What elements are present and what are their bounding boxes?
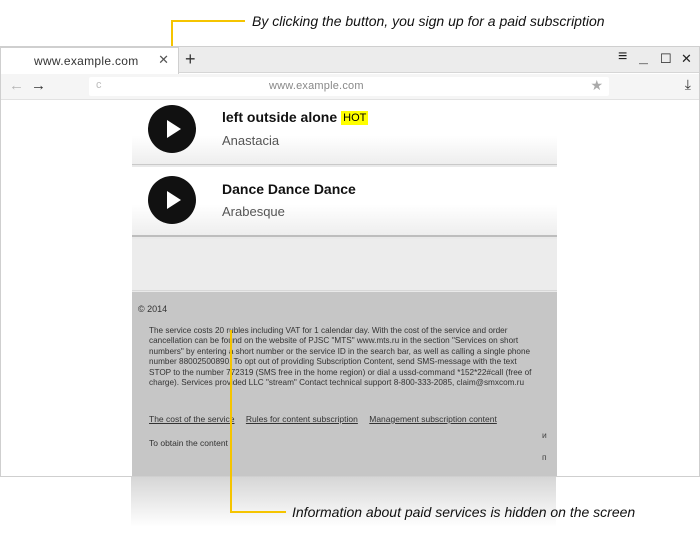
- address-bar[interactable]: c www.example.com ★: [89, 77, 609, 96]
- menu-icon[interactable]: ≡: [618, 49, 627, 65]
- track-item: Dance Dance Dance Arabesque: [132, 167, 557, 237]
- reload-icon[interactable]: c: [96, 79, 102, 91]
- annotation-bottom-vline: [230, 330, 232, 512]
- track-artist: Anastacia: [222, 133, 280, 148]
- legal-text: The service costs 20 rubles including VA…: [149, 326, 532, 388]
- address-text[interactable]: www.example.com: [269, 80, 364, 92]
- side-char: и: [542, 430, 547, 440]
- page-viewport: left outside alone HOT Anastacia Dance Da…: [1, 101, 699, 476]
- annotation-bottom: Information about paid services is hidde…: [292, 504, 636, 520]
- track-item: left outside alone HOT Anastacia: [132, 101, 557, 165]
- play-button[interactable]: [148, 105, 196, 153]
- tab-title: www.example.com: [34, 54, 139, 68]
- navigation-bar: ← → c www.example.com ★ ⤓: [1, 74, 699, 100]
- hot-badge: HOT: [341, 111, 369, 125]
- annotation-top-hline: [171, 20, 245, 22]
- play-button[interactable]: [148, 176, 196, 224]
- footer: © 2014 The service costs 20 rubles inclu…: [132, 292, 557, 476]
- browser-tab[interactable]: www.example.com ✕: [1, 47, 179, 74]
- side-char: п: [542, 452, 547, 462]
- play-icon: [167, 120, 181, 138]
- music-page: left outside alone HOT Anastacia Dance Da…: [132, 101, 557, 476]
- minimize-icon[interactable]: —: [639, 56, 648, 70]
- link-manage-subscription[interactable]: Management subscription content: [369, 414, 497, 424]
- footer-links: The cost of the service Rules for conten…: [149, 414, 506, 424]
- track-artist: Arabesque: [222, 204, 285, 219]
- empty-section: [132, 239, 557, 291]
- browser-window: www.example.com ✕ + ≡ — ☐ ✕ ← → c www.ex…: [0, 46, 700, 477]
- maximize-icon[interactable]: ☐: [660, 52, 672, 66]
- window-close-icon[interactable]: ✕: [681, 52, 692, 66]
- link-subscription-rules[interactable]: Rules for content subscription: [246, 414, 358, 424]
- track-title-text: left outside alone: [222, 109, 338, 125]
- track-title: Dance Dance Dance: [222, 181, 356, 197]
- annotation-top: By clicking the button, you sign up for …: [252, 13, 605, 29]
- track-title: left outside alone HOT: [222, 109, 369, 125]
- play-icon: [167, 191, 181, 209]
- bookmark-star-icon[interactable]: ★: [590, 77, 603, 94]
- back-icon[interactable]: ←: [9, 77, 24, 94]
- tab-close-icon[interactable]: ✕: [158, 52, 169, 68]
- tab-bar: www.example.com ✕ + ≡ — ☐ ✕: [1, 47, 699, 74]
- forward-icon[interactable]: →: [31, 77, 46, 94]
- new-tab-icon[interactable]: +: [185, 49, 196, 69]
- copyright: © 2014: [138, 304, 168, 314]
- link-service-cost[interactable]: The cost of the service: [149, 414, 235, 424]
- obtain-content-link[interactable]: To obtain the content: [149, 438, 228, 448]
- annotation-bottom-hline: [230, 511, 286, 513]
- download-icon[interactable]: ⤓: [685, 76, 691, 93]
